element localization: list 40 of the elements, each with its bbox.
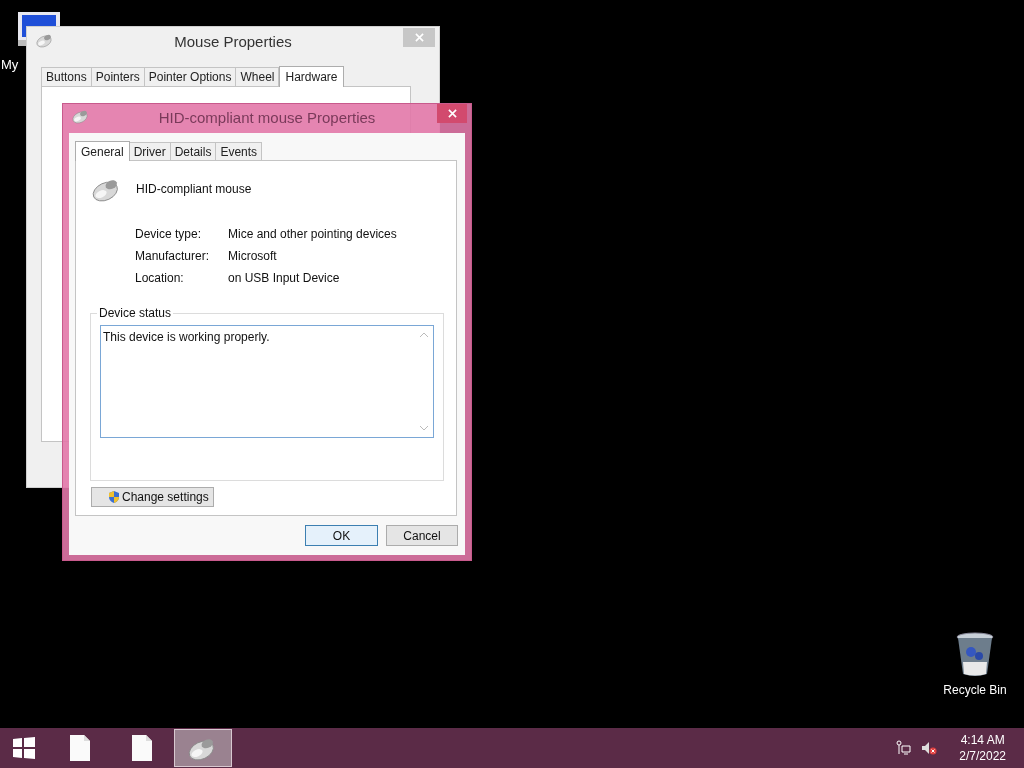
recycle-bin-icon — [955, 632, 995, 678]
clock-time: 4:14 AM — [960, 732, 1005, 748]
ok-button[interactable]: OK — [305, 525, 378, 546]
tab[interactable]: Buttons — [41, 67, 92, 86]
tab[interactable]: Wheel — [235, 67, 280, 86]
network-icon[interactable] — [895, 740, 912, 756]
property-value: on USB Input Device — [228, 271, 341, 285]
window-title: HID-compliant mouse Properties — [158, 108, 376, 129]
mouse-icon — [71, 108, 91, 124]
cancel-button[interactable]: Cancel — [386, 525, 458, 546]
group-label: Device status — [97, 306, 174, 320]
tab[interactable]: Hardware — [279, 66, 344, 87]
clock-date: 2/7/2022 — [959, 748, 1006, 764]
windows-logo-icon — [11, 736, 37, 760]
property-label: Manufacturer: — [135, 249, 211, 263]
close-icon — [414, 33, 424, 42]
property-label: Device type: — [135, 227, 203, 241]
property-value: Microsoft — [228, 249, 278, 263]
muted-speaker-icon[interactable] — [921, 740, 938, 756]
clock[interactable]: 4:14 AM 2/7/2022 — [959, 732, 1006, 764]
close-button[interactable] — [437, 104, 467, 123]
property-value: Mice and other pointing devices — [228, 227, 398, 241]
mouse-icon — [35, 32, 55, 48]
change-settings-button[interactable]: Change settings — [91, 487, 214, 507]
property-label: Location: — [135, 271, 185, 285]
tab[interactable]: Pointer Options — [143, 67, 237, 86]
desktop-icon-label[interactable]: My — [1, 57, 19, 73]
shield-icon — [107, 490, 121, 504]
status-text-area[interactable]: This device is working properly. — [100, 325, 434, 438]
document-icon — [69, 734, 91, 762]
document-icon — [131, 734, 153, 762]
close-icon — [447, 109, 457, 118]
tab[interactable]: Events — [215, 142, 263, 160]
window-title: Mouse Properties — [174, 32, 292, 53]
tab[interactable]: Details — [169, 142, 217, 160]
tab[interactable]: General — [75, 141, 130, 161]
device-name: HID-compliant mouse — [136, 181, 252, 198]
tab[interactable]: Driver — [128, 142, 171, 160]
status-text: This device is working properly. — [103, 329, 270, 346]
desktop-icon-label[interactable]: Recycle Bin — [935, 682, 1015, 698]
